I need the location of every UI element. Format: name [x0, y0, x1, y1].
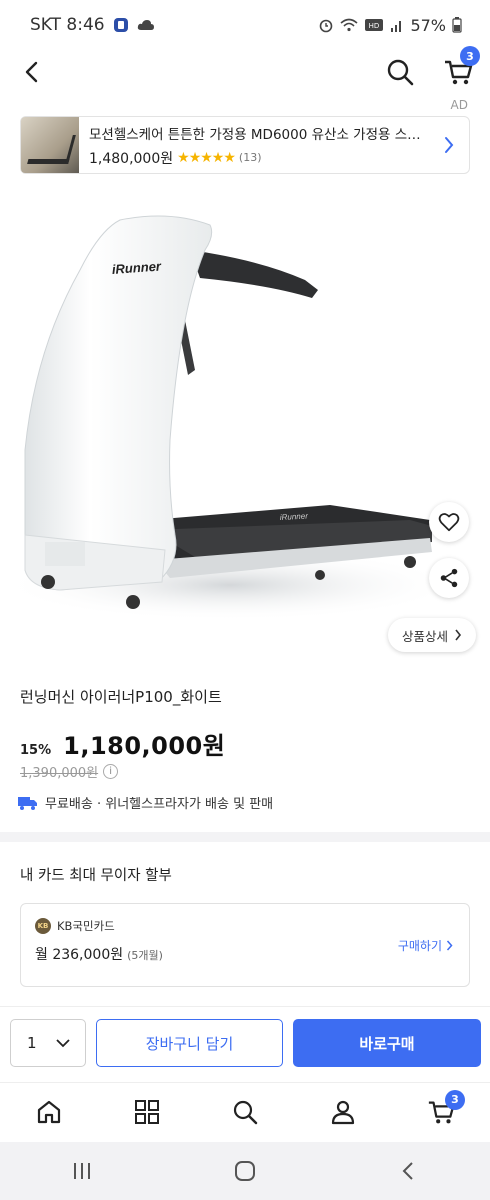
cloud-icon — [137, 20, 154, 30]
alarm-icon — [320, 19, 333, 33]
quantity-value: 1 — [27, 1034, 37, 1052]
monthly-payment: 월 236,000원 — [35, 947, 124, 963]
user-icon — [331, 1100, 355, 1124]
share-icon — [440, 568, 458, 588]
heart-icon — [438, 513, 460, 532]
add-to-cart-button[interactable]: 장바구니 담기 — [96, 1019, 283, 1067]
bottom-navigation: 3 — [0, 1082, 490, 1140]
delivery-text: 무료배송 · 위너헬스프라자가 배송 및 판매 — [45, 797, 274, 812]
ad-price-row: 1,480,000원 ★★★★★ (13) — [89, 148, 437, 168]
nav-search[interactable] — [221, 1088, 269, 1136]
ad-title: 모션헬스케어 튼튼한 가정용 MD6000 유산소 가정용 스… — [89, 126, 421, 143]
card-installment-title: 내 카드 최대 무이자 할부 — [20, 868, 172, 884]
search-icon — [233, 1100, 258, 1124]
battery-percent: 57% — [410, 15, 446, 35]
home-circle-icon — [234, 1161, 255, 1181]
product-detail-button[interactable]: 상품상세 — [388, 618, 477, 652]
purchase-bar: 1 장바구니 담기 바로구매 — [0, 1006, 490, 1082]
cart-count-badge: 3 — [460, 46, 480, 66]
volte-icon: HD — [365, 19, 384, 31]
back-button[interactable] — [14, 54, 50, 90]
svg-text:iRunner: iRunner — [280, 512, 309, 522]
nav-home[interactable] — [25, 1088, 73, 1136]
nav-cart-count-badge: 3 — [445, 1089, 465, 1110]
product-detail-label: 상품상세 — [402, 628, 449, 644]
app-notification-icon — [113, 18, 128, 32]
grid-icon — [135, 1099, 159, 1124]
search-icon — [387, 59, 414, 86]
treadmill-illustration: iRunner iRunner — [0, 215, 460, 621]
card-buy-link[interactable]: 구매하기 — [398, 937, 453, 954]
chevron-left-icon — [25, 61, 38, 83]
nav-categories[interactable] — [123, 1088, 171, 1136]
section-divider — [0, 832, 490, 842]
signal-icon — [391, 21, 402, 32]
product-image: iRunner iRunner — [0, 190, 490, 660]
battery-icon — [452, 17, 462, 33]
ad-text: 모션헬스케어 튼튼한 가정용 MD6000 유산소 가정용 스… 1,480,0… — [79, 123, 437, 168]
delivery-info: 무료배송 · 위너헬스프라자가 배송 및 판매 — [18, 793, 273, 812]
sale-price: 1,180,000원 — [63, 732, 226, 760]
ad-label: AD — [450, 98, 468, 112]
chevron-right-icon — [455, 629, 462, 641]
ad-rating-stars: ★★★★★ — [177, 149, 236, 166]
back-arrow-icon — [402, 1162, 414, 1180]
share-button[interactable] — [429, 558, 469, 598]
status-right: HD 57% — [318, 16, 462, 35]
card-buy-label: 구매하기 — [397, 939, 442, 953]
chevron-right-icon — [446, 940, 453, 951]
info-icon[interactable]: i — [103, 764, 119, 779]
ad-review-count: (13) — [238, 151, 262, 164]
truck-icon — [18, 796, 37, 810]
ad-banner[interactable]: 모션헬스케어 튼튼한 가정용 MD6000 유산소 가정용 스… 1,480,0… — [20, 116, 470, 174]
status-bar: SKT 8:46 HD 57% — [0, 0, 490, 50]
carrier-time: SKT 8:46 — [30, 15, 105, 35]
ad-thumbnail — [21, 117, 79, 173]
original-price-row: 1,390,000원 i — [20, 762, 119, 781]
price-row: 15% 1,180,000원 — [20, 726, 225, 761]
card-name-row: KB KB국민카드 — [35, 918, 115, 934]
wishlist-button[interactable] — [429, 502, 469, 542]
discount-rate: 15% — [20, 743, 52, 758]
recent-apps-button[interactable] — [52, 1147, 112, 1195]
search-button[interactable] — [380, 52, 420, 92]
product-name: 런닝머신 아이러너P100_화이트 — [20, 688, 222, 706]
chevron-right-icon — [437, 133, 461, 157]
home-system-button[interactable] — [215, 1147, 275, 1195]
cart-button[interactable]: 3 — [436, 46, 480, 92]
buy-now-button[interactable]: 바로구매 — [293, 1019, 481, 1067]
quantity-select[interactable]: 1 — [10, 1019, 86, 1067]
status-left: SKT 8:46 — [30, 15, 155, 35]
recent-apps-icon — [73, 1163, 90, 1179]
chevron-down-icon — [56, 1039, 70, 1048]
nav-cart[interactable]: 3 — [417, 1088, 465, 1136]
system-back-button[interactable] — [378, 1147, 438, 1195]
home-icon — [37, 1100, 61, 1123]
kb-card-logo-icon: KB — [35, 918, 51, 934]
ad-price: 1,480,000원 — [89, 150, 174, 167]
android-navigation-bar — [0, 1142, 490, 1200]
card-name: KB국민카드 — [57, 919, 115, 933]
installment-months: (5개월) — [127, 949, 163, 962]
card-installment-box: KB KB국민카드 월 236,000원 (5개월) 구매하기 — [20, 903, 470, 987]
wifi-icon — [340, 18, 358, 32]
svg-text:HD: HD — [369, 22, 380, 30]
original-price: 1,390,000원 — [20, 766, 99, 781]
card-monthly-row: 월 236,000원 (5개월) — [35, 944, 163, 964]
top-app-bar: 3 — [0, 46, 490, 94]
nav-my-page[interactable] — [319, 1088, 367, 1136]
